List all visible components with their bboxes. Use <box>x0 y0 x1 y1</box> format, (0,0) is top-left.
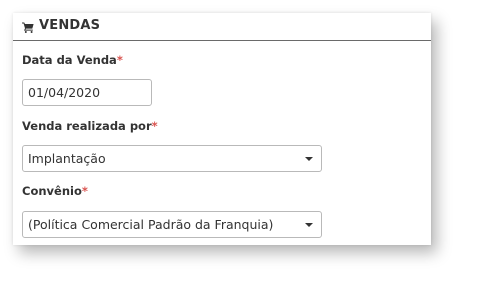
section-title: VENDAS <box>39 18 101 33</box>
convenio-label: Convênio* <box>22 184 88 198</box>
data-venda-value: 01/04/2020 <box>28 85 101 100</box>
vendas-panel: VENDAS Data da Venda* 01/04/2020 Venda r… <box>13 13 431 245</box>
data-venda-label: Data da Venda* <box>22 53 123 67</box>
required-marker: * <box>116 53 123 67</box>
convenio-label-text: Convênio <box>22 184 82 198</box>
venda-realizada-por-label-text: Venda realizada por <box>22 119 152 133</box>
required-marker: * <box>81 184 88 198</box>
venda-realizada-por-label: Venda realizada por* <box>22 119 158 133</box>
shopping-cart-icon <box>22 22 34 33</box>
data-venda-label-text: Data da Venda <box>22 53 117 67</box>
required-marker: * <box>151 119 158 133</box>
data-venda-input[interactable]: 01/04/2020 <box>22 79 152 106</box>
chevron-down-icon <box>305 223 313 227</box>
venda-realizada-por-value: Implantação <box>28 151 106 166</box>
chevron-down-icon <box>305 157 313 161</box>
venda-realizada-por-select[interactable]: Implantação <box>22 145 322 172</box>
section-header: VENDAS <box>13 13 431 41</box>
convenio-select[interactable]: (Política Comercial Padrão da Franquia) <box>22 211 322 238</box>
convenio-value: (Política Comercial Padrão da Franquia) <box>28 217 274 232</box>
